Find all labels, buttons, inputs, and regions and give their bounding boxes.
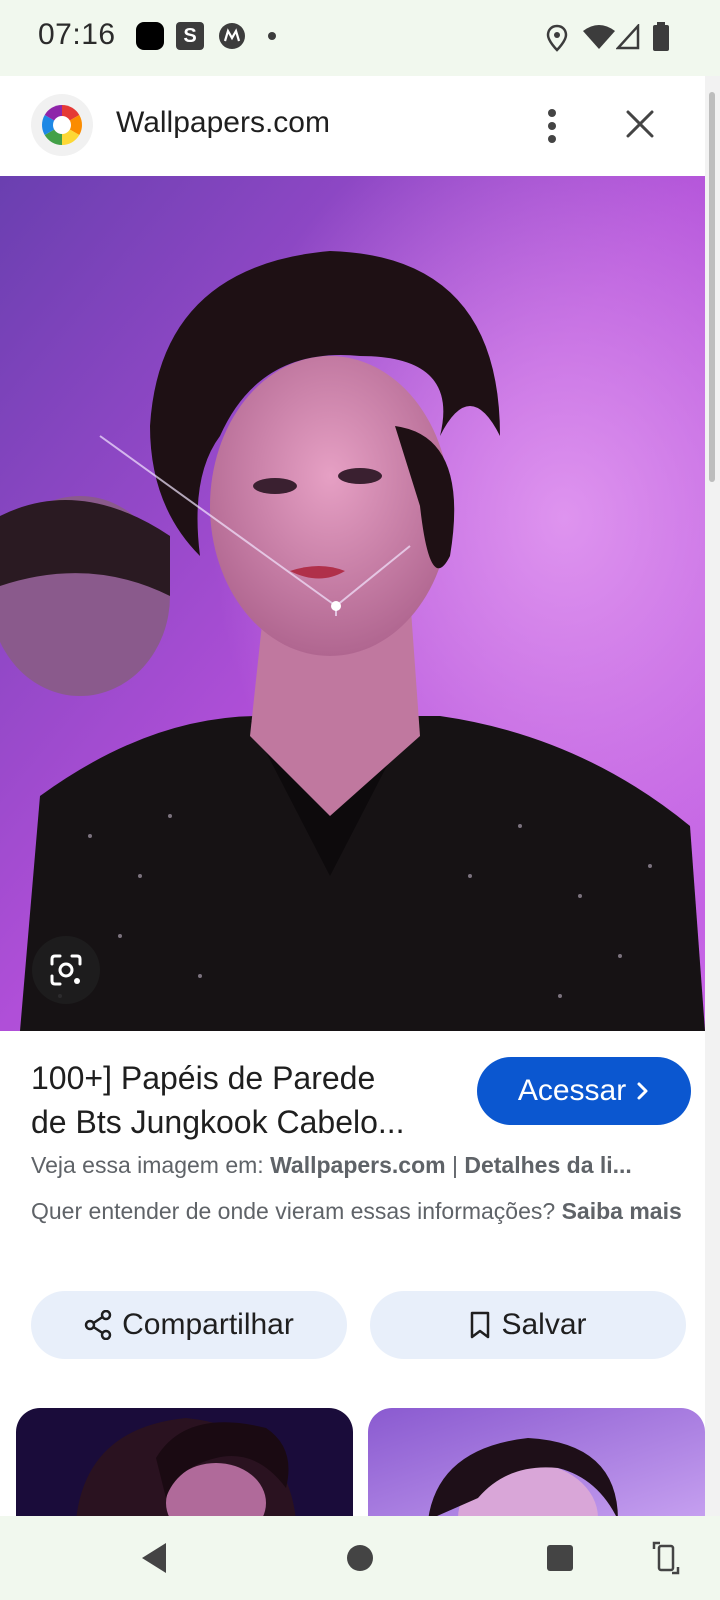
motorola-icon: [218, 22, 246, 55]
bookmark-icon: [471, 1311, 490, 1339]
result-title[interactable]: 100+] Papéis de Parede de Bts Jungkook C…: [31, 1056, 451, 1144]
color-wheel-logo-icon: [42, 105, 82, 145]
recents-icon: [547, 1545, 573, 1571]
main-image-artwork: [0, 176, 705, 1031]
visit-button[interactable]: Acessar: [477, 1057, 691, 1125]
learn-more-link[interactable]: Saiba mais: [562, 1198, 682, 1224]
share-button[interactable]: Compartilhar: [31, 1291, 347, 1359]
status-time: 07:16: [38, 18, 116, 51]
nav-recents-button[interactable]: [538, 1536, 582, 1580]
save-button[interactable]: Salvar: [370, 1291, 686, 1359]
learn-more-text: Quer entender de onde vieram essas infor…: [31, 1198, 562, 1224]
nav-rotate-button[interactable]: [644, 1536, 688, 1580]
save-button-label: Salvar: [501, 1308, 587, 1341]
source-site-link[interactable]: Wallpapers.com: [270, 1152, 446, 1178]
related-image-thumbnail[interactable]: [16, 1408, 353, 1520]
nav-back-button[interactable]: [132, 1536, 176, 1580]
main-image[interactable]: [0, 176, 705, 1031]
share-button-label: Compartilhar: [122, 1308, 294, 1341]
close-icon: [626, 110, 654, 138]
nav-home-button[interactable]: [338, 1536, 382, 1580]
home-icon: [347, 1545, 373, 1571]
site-title[interactable]: Wallpapers.com: [116, 106, 330, 140]
location-icon: [546, 24, 568, 57]
result-title-line2: de Bts Jungkook Cabelo...: [31, 1104, 405, 1140]
google-lens-button[interactable]: [32, 936, 100, 1004]
google-lens-icon: [50, 954, 82, 986]
system-nav-bar: [0, 1516, 720, 1600]
back-icon: [142, 1543, 166, 1573]
chevron-right-icon: [637, 1082, 648, 1100]
close-button[interactable]: [616, 100, 664, 148]
header: Wallpapers.com: [0, 76, 705, 176]
signal-icon: [615, 22, 640, 55]
app-black-square-icon: [136, 22, 164, 50]
related-image-artwork: [16, 1408, 353, 1520]
wifi-icon: [582, 24, 616, 55]
source-sep: |: [445, 1152, 465, 1178]
scrollbar-thumb[interactable]: [709, 92, 715, 482]
related-image-artwork: [368, 1408, 705, 1520]
source-line: Veja essa imagem em: Wallpapers.com | De…: [31, 1152, 686, 1179]
more-options-button[interactable]: [532, 102, 572, 150]
more-vert-icon: [548, 109, 556, 143]
rotate-icon: [652, 1541, 680, 1575]
s-app-icon: S: [176, 22, 204, 50]
source-prefix: Veja essa imagem em:: [31, 1152, 271, 1178]
result-title-line1: 100+] Papéis de Parede: [31, 1060, 376, 1096]
learn-more-line: Quer entender de onde vieram essas infor…: [31, 1194, 691, 1228]
related-image-thumbnail[interactable]: [368, 1408, 705, 1520]
visit-button-label: Acessar: [517, 1074, 627, 1107]
status-bar: 07:16 S: [0, 0, 720, 76]
site-logo[interactable]: [31, 94, 93, 156]
notification-dot-icon: [268, 32, 276, 40]
share-icon: [84, 1310, 112, 1340]
battery-icon: [652, 22, 670, 57]
license-details-link[interactable]: Detalhes da li...: [464, 1152, 631, 1178]
